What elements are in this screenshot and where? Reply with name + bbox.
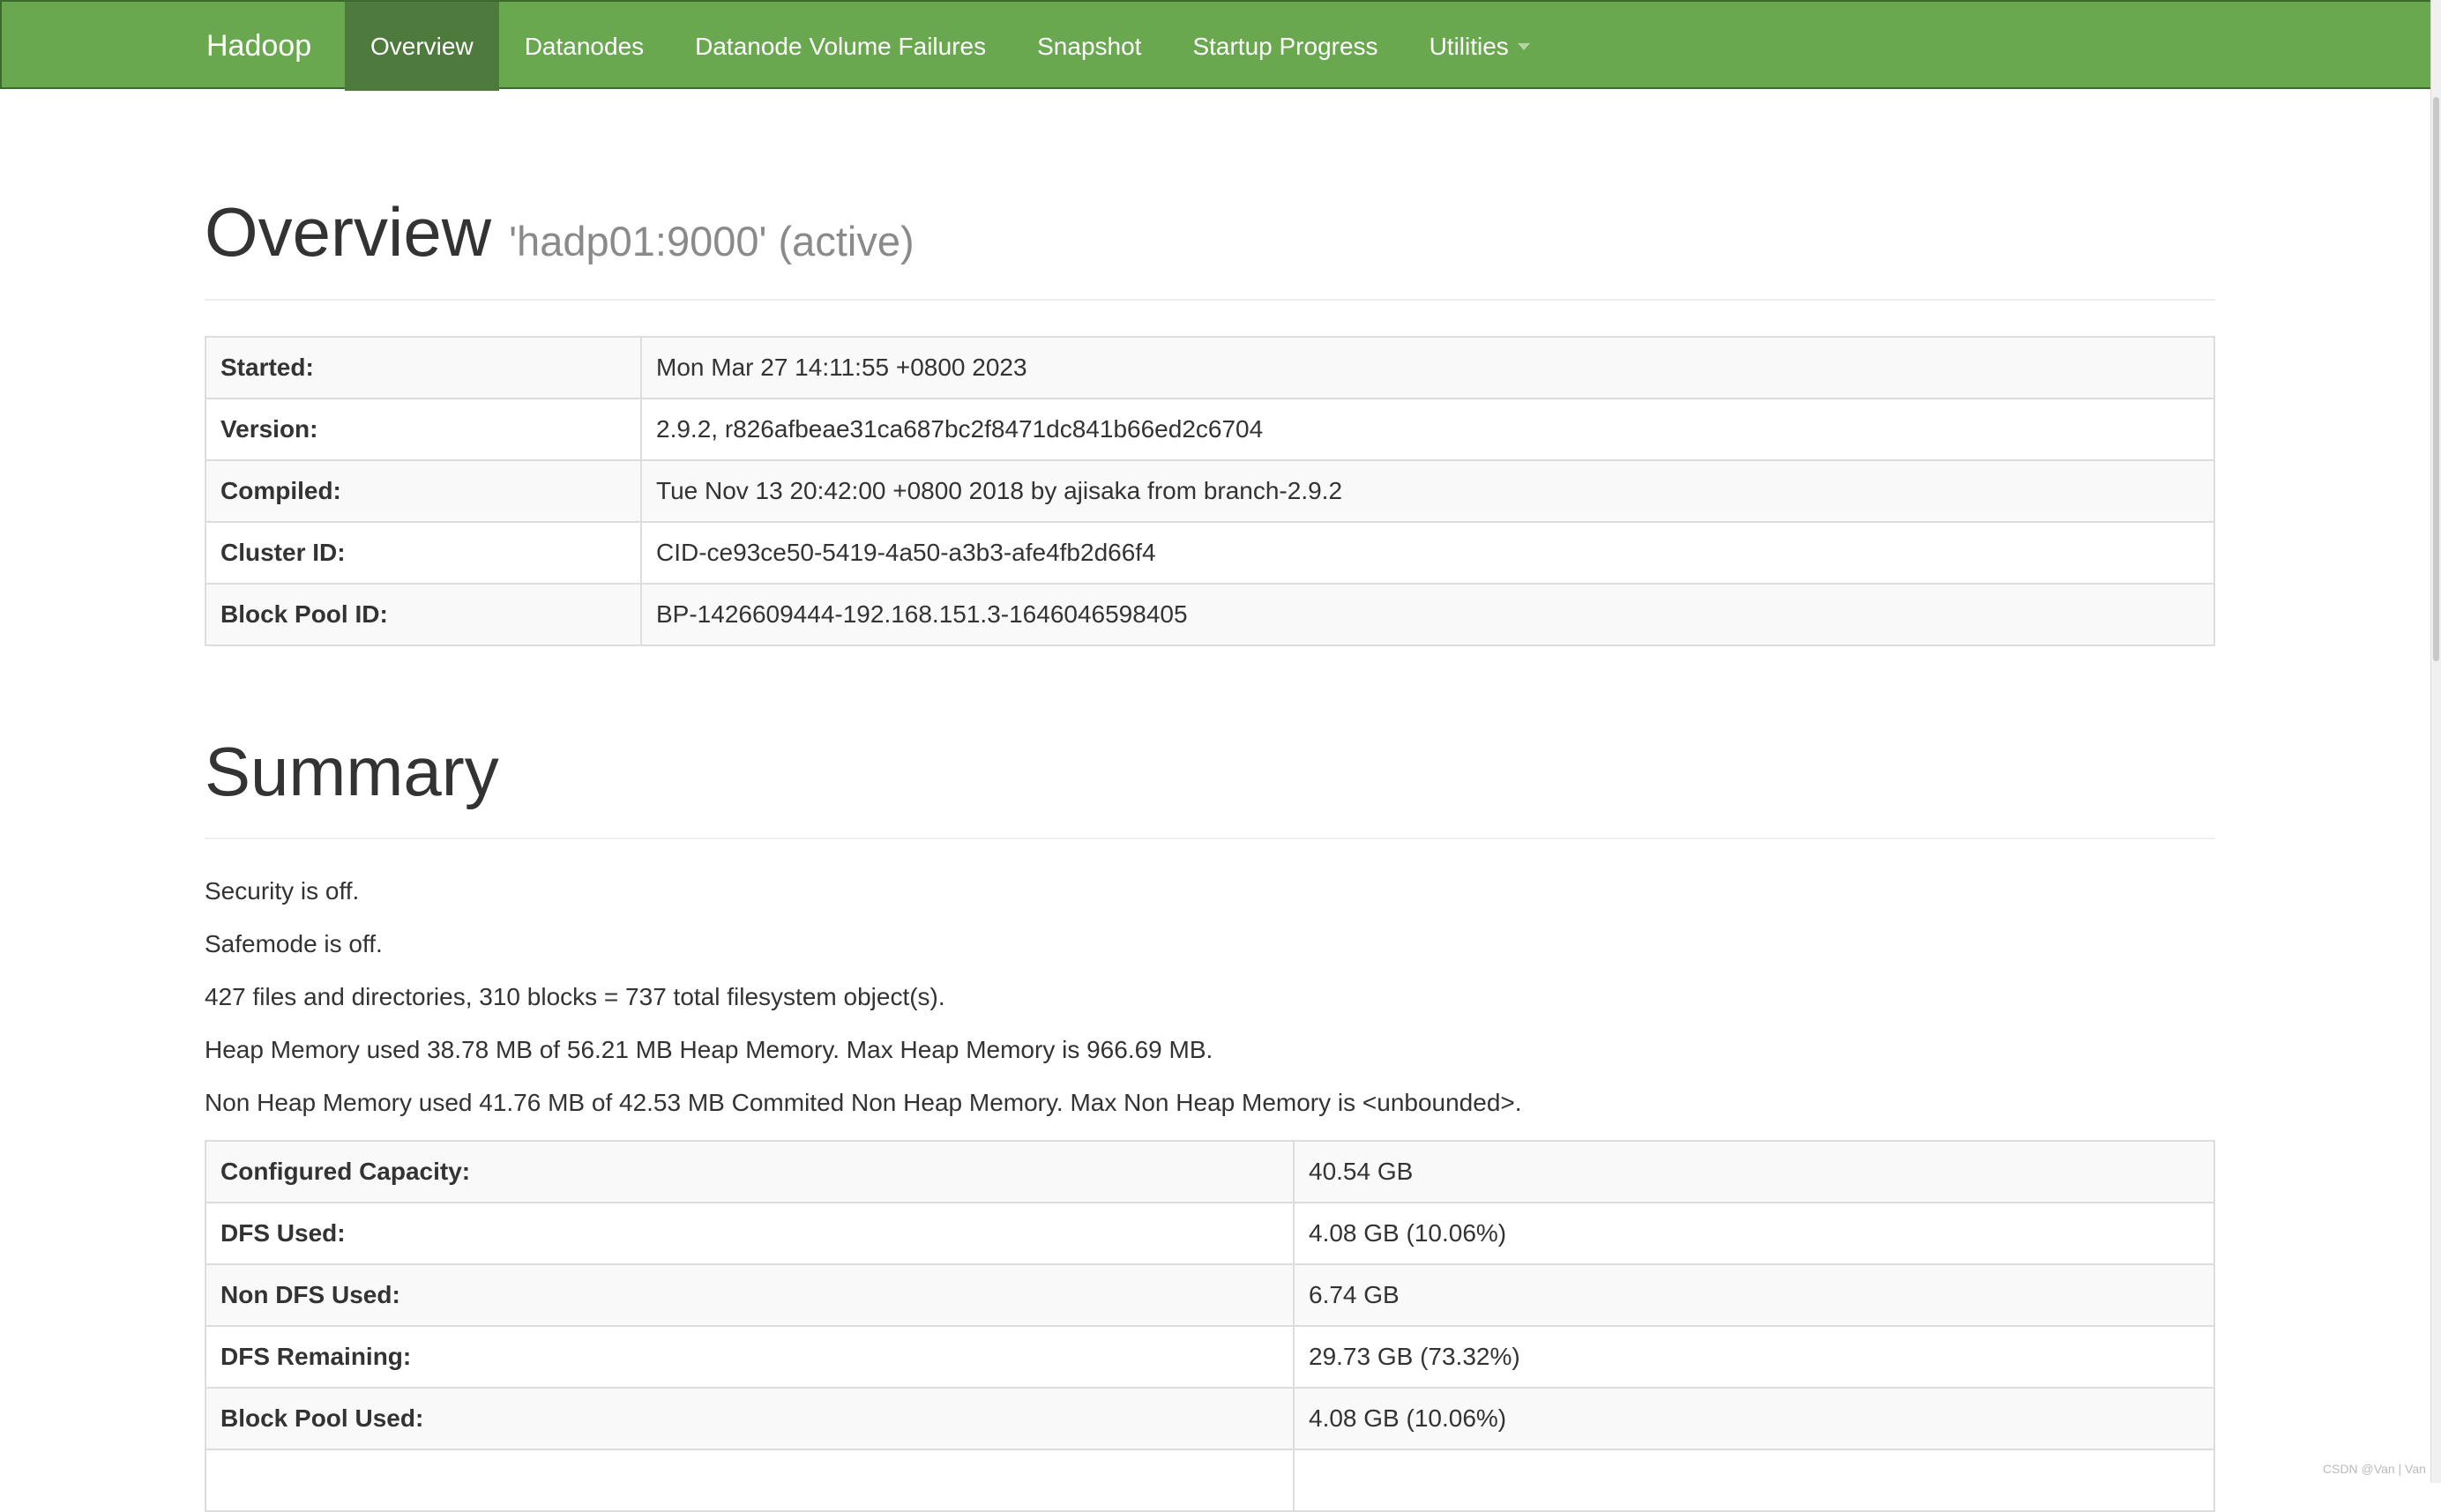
- table-row: Block Pool Used: 4.08 GB (10.06%): [205, 1387, 2215, 1450]
- table-row: Configured Capacity: 40.54 GB: [205, 1140, 2215, 1203]
- filesystem-objects: 427 files and directories, 310 blocks = …: [205, 983, 945, 1010]
- table-value: CID-ce93ce50-5419-4a50-a3b3-afe4fb2d66f4: [640, 521, 2215, 585]
- table-key: Block Pool Used:: [205, 1387, 1295, 1450]
- section-title-summary: Summary: [205, 733, 499, 810]
- table-row: Version: 2.9.2, r826afbeae31ca687bc2f847…: [205, 398, 2215, 461]
- table-row: Non DFS Used: 6.74 GB: [205, 1263, 2215, 1327]
- watermark: CSDN @Van | Van: [2323, 1462, 2426, 1476]
- nav-item-snapshot[interactable]: Snapshot: [1011, 2, 1167, 91]
- table-key: Version:: [205, 398, 642, 461]
- table-key: Started:: [205, 336, 642, 399]
- table-value: Tue Nov 13 20:42:00 +0800 2018 by ajisak…: [640, 459, 2215, 523]
- nav-item-utilities[interactable]: Utilities: [1404, 2, 1556, 91]
- table-key: DFS Remaining:: [205, 1325, 1295, 1389]
- table-value: 4.08 GB (10.06%): [1293, 1202, 2215, 1265]
- table-row: Cluster ID: CID-ce93ce50-5419-4a50-a3b3-…: [205, 521, 2215, 585]
- page-title-text: Overview: [205, 193, 492, 271]
- security-status: Security is off.: [205, 877, 360, 905]
- safemode-status: Safemode is off.: [205, 930, 383, 957]
- table-row: [205, 1449, 2215, 1512]
- page-subtitle: 'hadp01:9000' (active): [509, 218, 914, 264]
- table-value: 40.54 GB: [1293, 1140, 2215, 1203]
- chevron-down-icon: [1517, 42, 1530, 50]
- nav-item-label: Overview: [370, 33, 474, 60]
- nav-item-label: Datanode Volume Failures: [695, 33, 987, 60]
- table-value: 2.9.2, r826afbeae31ca687bc2f8471dc841b66…: [640, 398, 2215, 461]
- nav-item-label: Utilities: [1429, 33, 1509, 60]
- divider: [205, 299, 2215, 301]
- table-value: 6.74 GB: [1293, 1263, 2215, 1327]
- table-value: 4.08 GB (10.06%): [1293, 1387, 2215, 1450]
- table-row: DFS Used: 4.08 GB (10.06%): [205, 1202, 2215, 1265]
- nav-menu: Overview Datanodes Datanode Volume Failu…: [345, 2, 1556, 91]
- top-navbar: Hadoop Overview Datanodes Datanode Volum…: [0, 0, 2432, 91]
- heap-memory: Heap Memory used 38.78 MB of 56.21 MB He…: [205, 1036, 1213, 1063]
- nav-item-startup-progress[interactable]: Startup Progress: [1167, 2, 1403, 91]
- table-key: Compiled:: [205, 459, 642, 523]
- table-row: Started: Mon Mar 27 14:11:55 +0800 2023: [205, 336, 2215, 399]
- brand-logo[interactable]: Hadoop: [206, 2, 311, 91]
- divider: [205, 838, 2215, 839]
- nav-item-label: Startup Progress: [1192, 33, 1378, 60]
- vertical-scrollbar[interactable]: [2430, 0, 2441, 1483]
- page-title: Overview 'hadp01:9000' (active): [205, 192, 914, 272]
- non-heap-memory: Non Heap Memory used 41.76 MB of 42.53 M…: [205, 1089, 1522, 1116]
- summary-table: Configured Capacity: 40.54 GB DFS Used: …: [205, 1140, 2215, 1512]
- table-row: Compiled: Tue Nov 13 20:42:00 +0800 2018…: [205, 459, 2215, 523]
- table-key: [205, 1449, 1295, 1512]
- table-key: Cluster ID:: [205, 521, 642, 585]
- table-value: [1293, 1449, 2215, 1512]
- table-key: Configured Capacity:: [205, 1140, 1295, 1203]
- table-value: 29.73 GB (73.32%): [1293, 1325, 2215, 1389]
- table-row: DFS Remaining: 29.73 GB (73.32%): [205, 1325, 2215, 1389]
- table-key: DFS Used:: [205, 1202, 1295, 1265]
- table-key: Non DFS Used:: [205, 1263, 1295, 1327]
- table-value: Mon Mar 27 14:11:55 +0800 2023: [640, 336, 2215, 399]
- overview-table: Started: Mon Mar 27 14:11:55 +0800 2023 …: [205, 336, 2215, 646]
- table-key: Block Pool ID:: [205, 583, 642, 646]
- nav-item-label: Snapshot: [1037, 33, 1142, 60]
- nav-item-label: Datanodes: [524, 33, 645, 60]
- nav-item-overview[interactable]: Overview: [345, 2, 499, 91]
- table-value: BP-1426609444-192.168.151.3-164604659840…: [640, 583, 2215, 646]
- table-row: Block Pool ID: BP-1426609444-192.168.151…: [205, 583, 2215, 646]
- nav-item-datanodes[interactable]: Datanodes: [499, 2, 669, 91]
- nav-item-datanode-volume-failures[interactable]: Datanode Volume Failures: [669, 2, 1011, 91]
- scrollbar-thumb[interactable]: [2433, 97, 2439, 661]
